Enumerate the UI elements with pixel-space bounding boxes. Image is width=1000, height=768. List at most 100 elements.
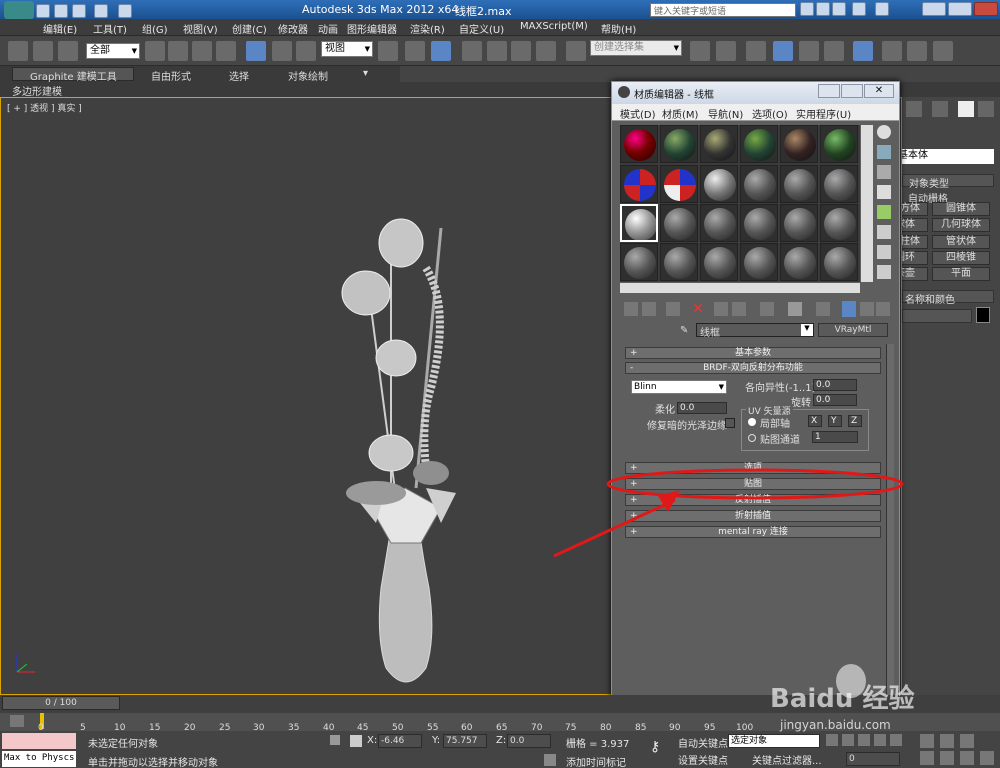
maxscript-listener-field[interactable] — [2, 733, 76, 749]
sample-slot[interactable] — [740, 204, 778, 242]
reference-coordinate-select[interactable]: 视图 — [321, 41, 373, 57]
graphite-toggle-icon[interactable] — [773, 41, 793, 61]
put-to-library-icon[interactable] — [732, 302, 746, 316]
rotation-spinner[interactable]: 0.0 — [813, 394, 857, 406]
sample-slot[interactable] — [740, 125, 778, 163]
material-name-field[interactable]: 线框 ▼ — [696, 323, 814, 339]
link-icon[interactable] — [8, 41, 28, 61]
absolute-mode-icon[interactable] — [350, 735, 362, 747]
menu-edit[interactable]: 编辑(E) — [43, 21, 77, 36]
sample-slot[interactable] — [700, 165, 738, 203]
undo-icon[interactable] — [94, 4, 108, 18]
mini-curve-editor-icon[interactable] — [10, 715, 24, 727]
pick-material-icon[interactable]: ✎ — [680, 325, 694, 337]
local-axis-radio[interactable] — [748, 418, 756, 426]
time-slider-handle[interactable]: 0 / 100 — [2, 696, 120, 710]
axis-y-button[interactable]: Y — [828, 415, 842, 427]
mat-menu-utilities[interactable]: 实用程序(U) — [796, 106, 851, 121]
menu-group[interactable]: 组(G) — [142, 21, 168, 36]
redo-icon[interactable] — [118, 4, 132, 18]
sample-slot[interactable] — [660, 125, 698, 163]
basic-params-rollout[interactable]: + 基本参数 — [625, 347, 881, 359]
mat-menu-modes[interactable]: 模式(D) — [620, 106, 656, 121]
z-coordinate-field[interactable]: 0.0 — [507, 734, 551, 748]
select-object-icon[interactable] — [145, 41, 165, 61]
hierarchy-tab-icon[interactable] — [932, 101, 948, 117]
favorites-icon[interactable] — [832, 2, 846, 16]
snaps-toggle-icon[interactable] — [462, 41, 482, 61]
menu-animation[interactable]: 动画 — [318, 21, 338, 36]
window-crossing-icon[interactable] — [216, 41, 236, 61]
scale-icon[interactable] — [296, 41, 316, 61]
name-color-header[interactable]: 名称和颜色 — [902, 290, 994, 306]
put-to-scene-icon[interactable] — [642, 302, 656, 316]
torus-button[interactable]: 圆环 — [902, 251, 928, 265]
sample-type-icon[interactable] — [877, 125, 891, 139]
mirror-icon[interactable] — [690, 41, 710, 61]
object-type-header[interactable]: 对象类型 — [902, 174, 994, 190]
sample-slot[interactable] — [620, 125, 658, 163]
sample-slot[interactable] — [660, 243, 698, 281]
sample-uv-tiling-icon[interactable] — [877, 185, 891, 199]
menu-customize[interactable]: 自定义(U) — [459, 21, 504, 36]
sample-slot[interactable] — [660, 165, 698, 203]
material-id-channel-icon[interactable] — [760, 302, 774, 316]
rotate-icon[interactable] — [272, 41, 292, 61]
geosphere-button[interactable]: 几何球体 — [932, 218, 990, 232]
go-forward-sibling-icon[interactable] — [860, 302, 874, 316]
tab-selection[interactable]: 选择 — [229, 68, 249, 83]
time-tag-icon[interactable] — [544, 754, 556, 766]
material-map-navigator-icon[interactable] — [876, 302, 890, 316]
reset-map-icon[interactable]: ✕ — [690, 301, 706, 317]
rectangular-selection-icon[interactable] — [192, 41, 212, 61]
sample-slot-active[interactable] — [620, 204, 658, 242]
vase-flowers-model[interactable] — [331, 208, 481, 688]
pivot-center-icon[interactable] — [378, 41, 398, 61]
axis-x-button[interactable]: X — [808, 415, 822, 427]
sample-slot[interactable] — [620, 165, 658, 203]
sample-slot[interactable] — [740, 165, 778, 203]
named-selection-set-select[interactable]: 创建选择集 — [590, 40, 682, 56]
brdf-rollout[interactable]: - BRDF-双向反射分布功能 — [625, 362, 881, 374]
keyboard-shortcut-override-icon[interactable] — [431, 41, 451, 61]
object-color-swatch[interactable] — [976, 307, 990, 323]
brdf-type-select[interactable]: Blinn ▼ — [631, 380, 727, 394]
maximize-viewport-icon[interactable] — [980, 751, 994, 765]
percent-snap-icon[interactable] — [511, 41, 531, 61]
selection-lock-icon[interactable] — [330, 735, 340, 745]
sample-slot[interactable] — [620, 243, 658, 281]
sample-slot[interactable] — [820, 204, 858, 242]
map-channel-spinner[interactable]: 1 — [812, 431, 858, 443]
cylinder-button[interactable]: 圆柱体 — [902, 235, 928, 249]
assign-material-icon[interactable] — [666, 302, 680, 316]
menu-tools[interactable]: 工具(T) — [93, 21, 127, 36]
key-filters-button[interactable]: 关键点过滤器... — [752, 752, 822, 767]
zoom-extents-icon[interactable] — [960, 734, 974, 748]
slots-hscrollbar[interactable] — [620, 283, 860, 293]
set-key-button[interactable]: 设置关键点 — [678, 752, 728, 767]
options-icon[interactable] — [877, 245, 891, 259]
y-coordinate-field[interactable]: 75.757 — [443, 734, 487, 748]
teapot-button[interactable]: 茶壶 — [902, 267, 928, 281]
sample-slot[interactable] — [700, 125, 738, 163]
open-file-icon[interactable] — [54, 4, 68, 18]
sphere-button[interactable]: 球体 — [902, 218, 928, 232]
mat-menu-navigation[interactable]: 导航(N) — [708, 106, 743, 121]
quick-access-toolbar[interactable] — [36, 2, 156, 18]
utilities-tab-icon[interactable] — [978, 101, 994, 117]
slots-scrollbar[interactable] — [861, 125, 873, 282]
box-button[interactable]: 长方体 — [902, 202, 928, 216]
auto-key-button[interactable]: 自动关键点 — [678, 735, 728, 750]
layer-manager-icon[interactable] — [746, 41, 766, 61]
set-key-icon[interactable]: ⚷ — [650, 739, 668, 755]
mat-minimize-button[interactable] — [818, 84, 840, 98]
polygon-modeling-label[interactable]: 多边形建模 — [12, 83, 62, 98]
render-production-icon[interactable] — [933, 41, 953, 61]
axis-z-button[interactable]: Z — [848, 415, 862, 427]
sample-slot[interactable] — [780, 125, 818, 163]
x-coordinate-field[interactable]: -6.46 — [378, 734, 422, 748]
restore-button[interactable] — [948, 2, 972, 16]
backlight-icon[interactable] — [877, 145, 891, 159]
sample-slot[interactable] — [780, 165, 818, 203]
mat-close-button[interactable]: ✕ — [864, 84, 894, 98]
